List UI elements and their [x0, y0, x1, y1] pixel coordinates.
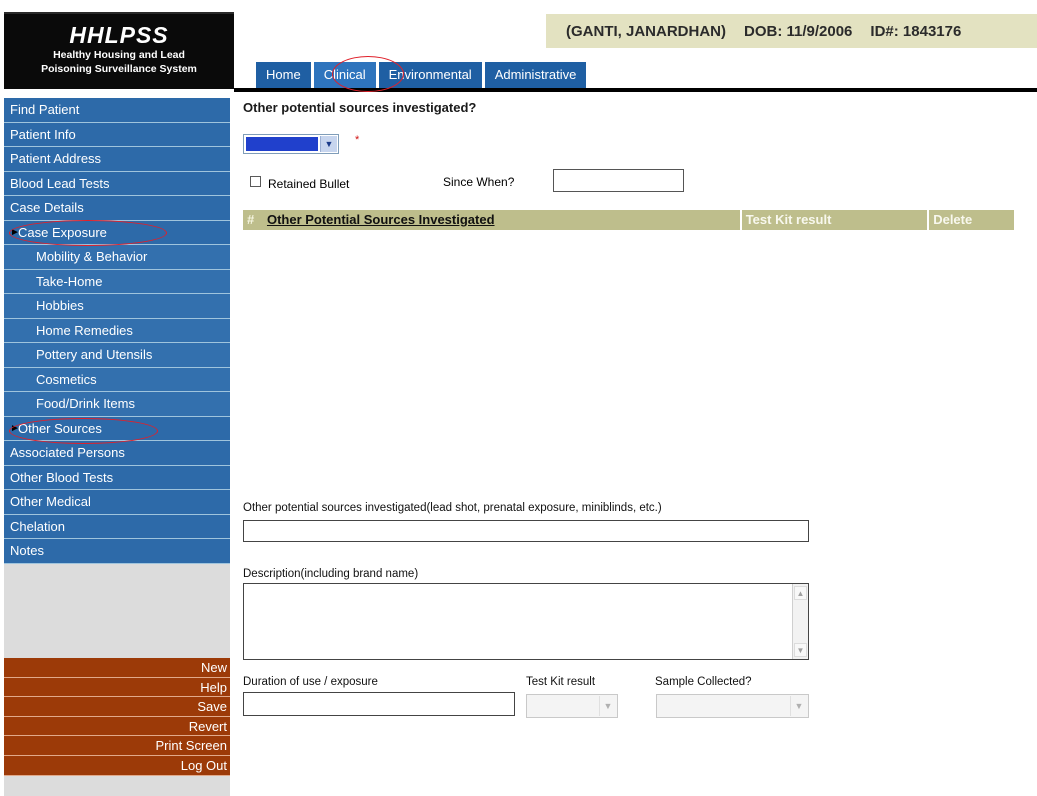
sidebar-item-label: Other Blood Tests: [10, 469, 114, 485]
sidebar-item-label: Pottery and Utensils: [36, 347, 153, 362]
retained-bullet-label: Retained Bullet: [268, 177, 350, 191]
tab-environmental[interactable]: Environmental: [378, 62, 482, 88]
description-label: Description(including brand name): [243, 568, 419, 580]
sidebar-item-associated-persons[interactable]: Associated Persons: [4, 441, 230, 466]
sidebar-item-other-blood-tests[interactable]: Other Blood Tests: [4, 465, 230, 490]
duration-label: Duration of use / exposure: [243, 676, 378, 688]
chevron-down-icon[interactable]: ▼: [599, 696, 616, 716]
sidebar-item-label: Associated Persons: [10, 445, 125, 460]
sidebar-item-case-details[interactable]: Case Details: [4, 196, 230, 221]
patient-dob: DOB: 11/9/2006: [744, 22, 853, 40]
sidebar-item-label: Food/Drink Items: [36, 396, 135, 411]
column-number: #: [243, 210, 263, 230]
sidebar: Find Patient Patient Info Patient Addres…: [4, 98, 230, 796]
sidebar-item-label: Other Sources: [18, 420, 102, 436]
triangle-right-icon: ►: [10, 226, 20, 238]
sidebar-item-pottery-utensils[interactable]: Pottery and Utensils: [4, 343, 230, 368]
tab-clinical[interactable]: Clinical: [313, 62, 376, 88]
help-button[interactable]: Help: [4, 677, 230, 698]
sidebar-item-label: Cosmetics: [36, 371, 97, 387]
sample-collected-label: Sample Collected?: [655, 676, 752, 688]
tab-divider: [234, 88, 1037, 92]
other-sources-select[interactable]: ▼: [243, 134, 339, 154]
column-delete: Delete: [929, 210, 1014, 230]
retained-bullet-checkbox[interactable]: [250, 176, 261, 187]
description-textarea[interactable]: ▲ ▼: [243, 583, 809, 660]
sidebar-item-label: Take-Home: [36, 273, 103, 289]
sidebar-item-label: Case Details: [10, 200, 84, 215]
sidebar-item-label: Patient Info: [10, 126, 76, 142]
sidebar-item-hobbies[interactable]: Hobbies: [4, 294, 230, 319]
scroll-up-icon[interactable]: ▲: [794, 586, 807, 600]
patient-name: (GANTI, JANARDHAN): [566, 22, 726, 40]
required-marker: *: [355, 134, 360, 146]
new-button[interactable]: New: [4, 658, 230, 678]
page-title: Other potential sources investigated?: [243, 100, 477, 115]
sidebar-item-take-home[interactable]: Take-Home: [4, 269, 230, 294]
print-screen-button[interactable]: Print Screen: [4, 736, 230, 756]
sidebar-item-chelation[interactable]: Chelation: [4, 514, 230, 539]
select-selected-value: [246, 137, 318, 151]
sidebar-item-label: Hobbies: [36, 298, 84, 313]
sources-table-header: # Other Potential Sources Investigated T…: [243, 210, 1014, 230]
patient-banner: (GANTI, JANARDHAN) DOB: 11/9/2006 ID#: 1…: [546, 14, 1037, 48]
sidebar-item-label: Home Remedies: [36, 322, 133, 338]
sidebar-item-other-medical[interactable]: Other Medical: [4, 490, 230, 515]
tab-administrative[interactable]: Administrative: [484, 62, 587, 88]
sidebar-item-cosmetics[interactable]: Cosmetics: [4, 367, 230, 392]
patient-id: ID#: 1843176: [870, 22, 962, 40]
sidebar-item-case-exposure[interactable]: ► Case Exposure: [4, 220, 230, 245]
scroll-down-icon[interactable]: ▼: [794, 643, 807, 657]
test-kit-result-label: Test Kit result: [526, 676, 596, 688]
sidebar-item-label: Case Exposure: [18, 224, 107, 240]
sidebar-item-label: Chelation: [10, 518, 65, 534]
since-when-input[interactable]: [553, 169, 684, 192]
logo-subtitle-line2: Poisoning Surveillance System: [41, 63, 197, 75]
chevron-down-icon[interactable]: ▼: [790, 696, 807, 716]
sidebar-item-food-drink[interactable]: Food/Drink Items: [4, 392, 230, 417]
logo-subtitle-line1: Healthy Housing and Lead: [53, 49, 185, 61]
sidebar-item-patient-address[interactable]: Patient Address: [4, 147, 230, 172]
duration-input[interactable]: [243, 692, 515, 716]
triangle-right-icon: ►: [10, 422, 20, 434]
action-menu: New Help Save Revert Print Screen Log Ou…: [4, 658, 230, 776]
sidebar-item-notes[interactable]: Notes: [4, 539, 230, 564]
since-when-label: Since When?: [443, 175, 515, 189]
column-other-sources[interactable]: Other Potential Sources Investigated: [262, 210, 740, 230]
test-kit-result-select[interactable]: ▼: [526, 694, 618, 718]
sidebar-item-find-patient[interactable]: Find Patient: [4, 98, 230, 123]
sidebar-item-label: Mobility & Behavior: [36, 249, 148, 264]
logo-title: HHLPSS: [69, 22, 169, 48]
log-out-button[interactable]: Log Out: [4, 755, 230, 776]
tab-home[interactable]: Home: [256, 62, 311, 88]
revert-button[interactable]: Revert: [4, 716, 230, 737]
sidebar-item-blood-lead-tests[interactable]: Blood Lead Tests: [4, 171, 230, 196]
column-test-kit-result: Test Kit result: [741, 210, 928, 230]
sidebar-item-mobility-behavior[interactable]: Mobility & Behavior: [4, 245, 230, 270]
sidebar-item-label: Patient Address: [10, 151, 102, 166]
description-scrollbar[interactable]: ▲ ▼: [792, 584, 808, 659]
sidebar-item-label: Notes: [10, 543, 44, 558]
sidebar-item-patient-info[interactable]: Patient Info: [4, 122, 230, 147]
sidebar-item-other-sources[interactable]: ► Other Sources: [4, 416, 230, 441]
sidebar-item-label: Other Medical: [10, 494, 91, 509]
sidebar-item-label: Blood Lead Tests: [10, 175, 110, 191]
app-logo: HHLPSS Healthy Housing and Lead Poisonin…: [4, 12, 234, 89]
other-sources-input[interactable]: [243, 520, 809, 542]
save-button[interactable]: Save: [4, 697, 230, 717]
sidebar-item-home-remedies[interactable]: Home Remedies: [4, 318, 230, 343]
sample-collected-select[interactable]: ▼: [656, 694, 809, 718]
main-tabs: Home Clinical Environmental Administrati…: [256, 62, 589, 88]
sidebar-item-label: Find Patient: [10, 102, 80, 117]
other-sources-field-label: Other potential sources investigated(lea…: [243, 502, 662, 514]
chevron-down-icon[interactable]: ▼: [320, 136, 337, 152]
